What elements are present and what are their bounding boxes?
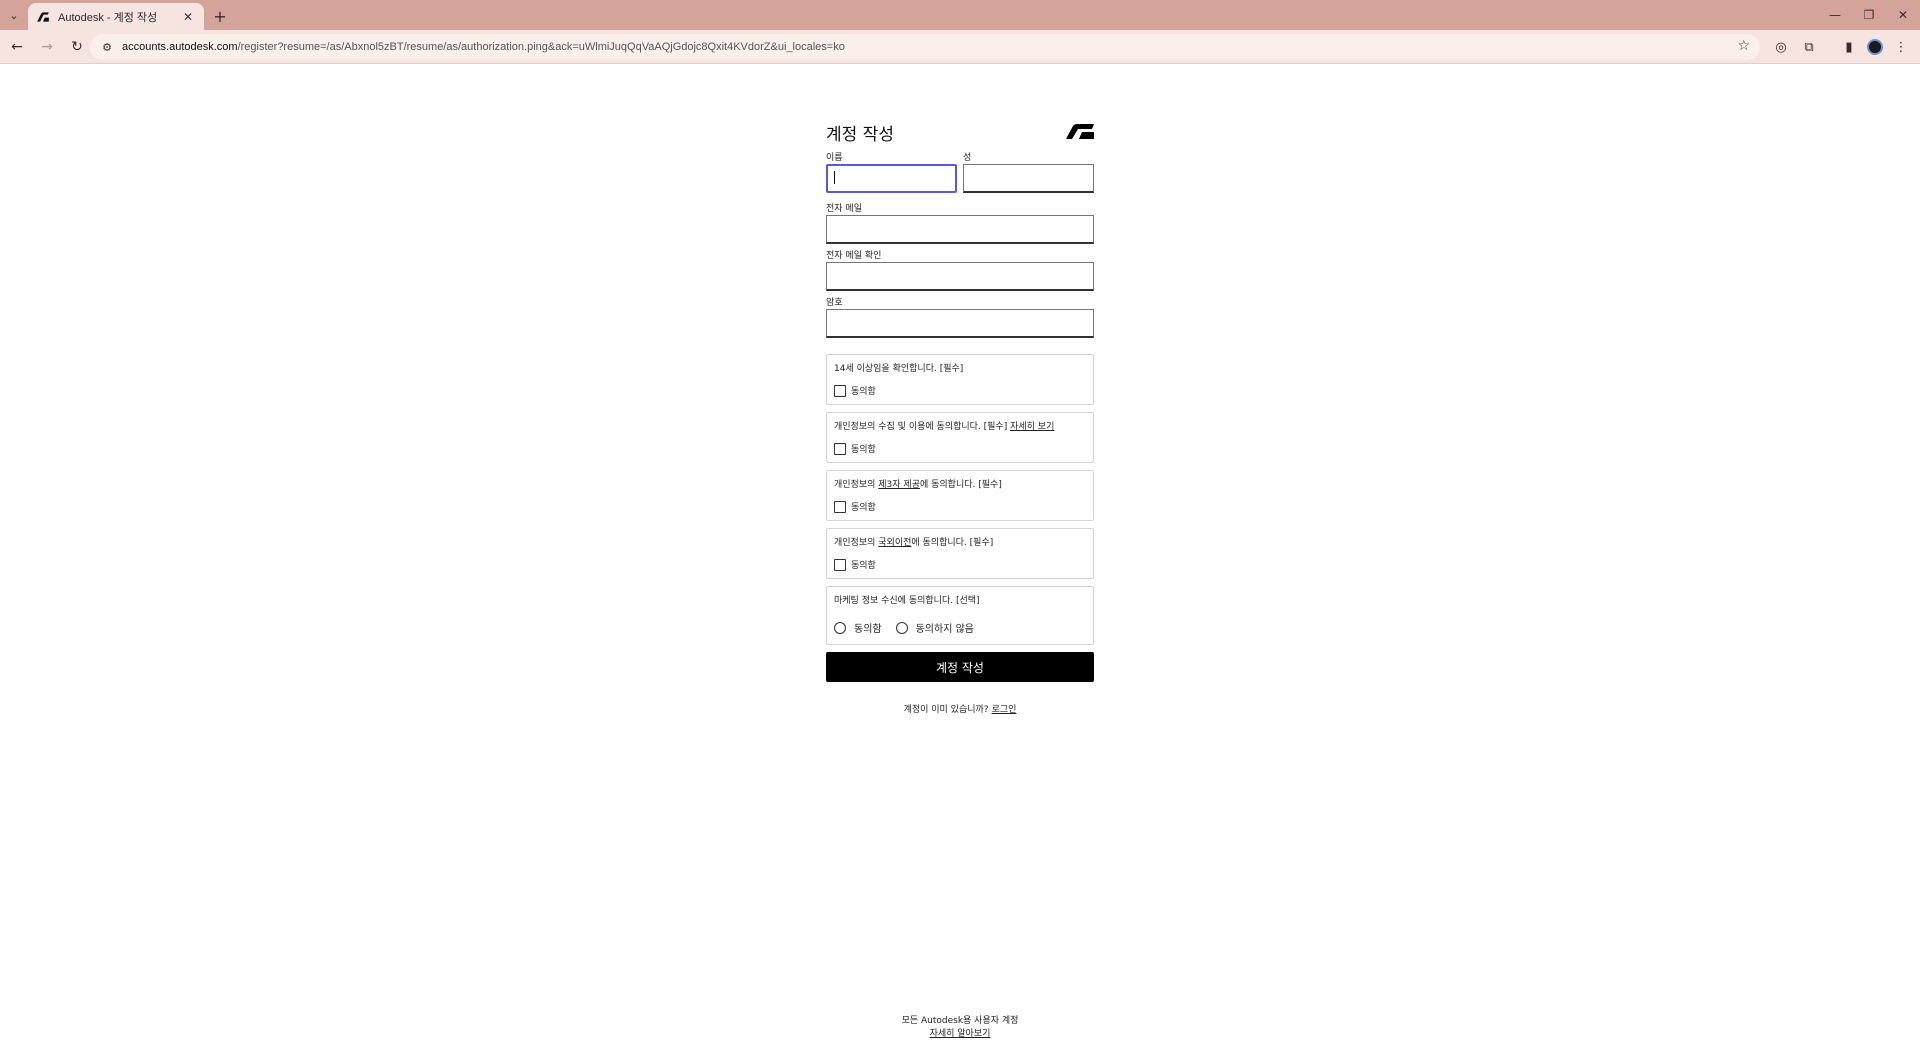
checkbox[interactable] (834, 442, 846, 455)
consent-age-check[interactable]: 동의함 (834, 384, 1086, 397)
check-label: 동의함 (851, 503, 876, 513)
last-name-input[interactable] (963, 164, 1094, 193)
screenshot-icon[interactable]: ◎ (1768, 34, 1794, 60)
details-link[interactable]: 자세히 보기 (1010, 422, 1054, 432)
site-info-icon[interactable]: ⚙ (98, 38, 116, 56)
first-name-input[interactable] (826, 164, 957, 193)
minimize-button[interactable]: — (1818, 0, 1852, 30)
check-label: 동의함 (851, 445, 876, 455)
checkbox[interactable] (834, 384, 846, 397)
consent-text-part: 에 동의합니다. [필수] (919, 480, 1002, 490)
back-button[interactable]: ← (4, 34, 30, 60)
consent-overseas: 개인정보의 국외이전에 동의합니다. [필수] 동의함 (826, 528, 1094, 579)
active-tab[interactable]: Autodesk - 계정 작성 ✕ (28, 3, 204, 30)
consent-text-part: 개인정보의 수집 및 이용에 동의합니다. [필수] (834, 422, 1011, 432)
consent-marketing: 마케팅 정보 수신에 동의합니다. [선택] 동의함 동의하지 않음 (826, 586, 1094, 645)
consent-text-part: 개인정보의 (834, 538, 879, 548)
marketing-disagree-radio[interactable] (895, 621, 908, 634)
browser-toolbar: ← → ↻ ⚙ accounts.autodesk.com/register?r… (0, 30, 1920, 64)
close-window-button[interactable]: ✕ (1886, 0, 1920, 30)
first-name-group: 이름 (826, 146, 957, 197)
name-row: 이름 성 (826, 146, 1094, 197)
consent-collection-check[interactable]: 동의함 (834, 442, 1086, 455)
autodesk-logo-icon (1066, 124, 1094, 139)
new-tab-button[interactable]: + (210, 6, 230, 26)
consent-text: 14세 이상임을 확인합니다. [필수] (834, 364, 964, 374)
consent-list: 14세 이상임을 확인합니다. [필수] 동의함 개인정보의 수집 및 이용에 … (826, 354, 1094, 645)
email-confirm-label: 전자 메일 확인 (826, 251, 882, 261)
restore-button[interactable]: ❐ (1852, 0, 1886, 30)
profile-avatar[interactable] (1862, 34, 1888, 60)
email-confirm-input[interactable] (826, 262, 1094, 291)
tab-close-icon[interactable]: ✕ (180, 9, 196, 25)
create-account-button[interactable]: 계정 작성 (826, 652, 1094, 682)
footer: 모든 Autodesk용 사용자 계정 자세히 알아보기 (0, 1015, 1920, 1041)
learn-more-link[interactable]: 자세히 알아보기 (930, 1029, 991, 1039)
consent-third-party: 개인정보의 제3자 제공에 동의합니다. [필수] 동의함 (826, 470, 1094, 521)
signin-prompt: 계정이 이미 있습니까? (903, 705, 989, 715)
url-path: /register?resume=/as/Abxnol5zBT/resume/a… (237, 41, 845, 53)
reload-button[interactable]: ↻ (64, 34, 90, 60)
third-party-link[interactable]: 제3자 제공 (878, 480, 920, 490)
consent-overseas-check[interactable]: 동의함 (834, 558, 1086, 571)
forward-button[interactable]: → (34, 34, 60, 60)
password-label: 암호 (826, 298, 843, 308)
consent-text: 개인정보의 제3자 제공에 동의합니다. [필수] (834, 479, 1086, 492)
consent-text: 개인정보의 수집 및 이용에 동의합니다. [필수] 자세히 보기 (834, 421, 1086, 434)
consent-age: 14세 이상임을 확인합니다. [필수] 동의함 (826, 354, 1094, 405)
consent-collection: 개인정보의 수집 및 이용에 동의합니다. [필수] 자세히 보기 동의함 (826, 412, 1094, 463)
signin-link[interactable]: 로그인 (992, 705, 1017, 715)
url-text: accounts.autodesk.com/register?resume=/a… (122, 41, 845, 53)
register-form: 계정 작성 이름 성 전자 메일 전자 메일 확인 암호 14세 이상임을 확인… (826, 120, 1094, 715)
autodesk-favicon-icon (37, 11, 49, 22)
marketing-agree-label[interactable]: 동의함 (854, 620, 882, 635)
page-title: 계정 작성 (826, 125, 894, 145)
tab-search-button[interactable]: ⌄ (4, 5, 24, 25)
marketing-radio-group: 동의함 동의하지 않음 (834, 620, 1086, 635)
window-controls: — ❐ ✕ (1818, 0, 1920, 30)
form-header: 계정 작성 (826, 120, 1094, 146)
extensions-icon[interactable]: ⧉ (1796, 34, 1822, 60)
consent-text-part: 개인정보의 (834, 480, 879, 490)
bookmark-star-icon[interactable]: ☆ (1737, 38, 1750, 54)
footer-text: 모든 Autodesk용 사용자 계정 (901, 1016, 1019, 1026)
last-name-group: 성 (963, 146, 1094, 197)
email-input[interactable] (826, 215, 1094, 244)
checkbox[interactable] (834, 500, 846, 513)
page: 계정 작성 이름 성 전자 메일 전자 메일 확인 암호 14세 이상임을 확인… (0, 64, 1920, 1050)
last-name-label: 성 (963, 153, 972, 163)
overseas-transfer-link[interactable]: 국외이전 (878, 538, 911, 548)
side-panel-icon[interactable]: ▮ (1836, 34, 1862, 60)
url-host: accounts.autodesk.com (122, 41, 238, 53)
checkbox[interactable] (834, 558, 846, 571)
consent-text-part: 에 동의합니다. [필수] (911, 538, 994, 548)
first-name-label: 이름 (826, 153, 843, 163)
email-label: 전자 메일 (826, 204, 862, 214)
address-bar[interactable]: ⚙ accounts.autodesk.com/register?resume=… (90, 34, 1760, 60)
menu-kebab-icon[interactable]: ⋮ (1888, 34, 1914, 60)
check-label: 동의함 (851, 387, 876, 397)
text-caret (834, 171, 835, 184)
marketing-disagree-label[interactable]: 동의하지 않음 (916, 620, 974, 635)
tab-strip: ⌄ Autodesk - 계정 작성 ✕ + — ❐ ✕ (0, 0, 1920, 30)
consent-third-party-check[interactable]: 동의함 (834, 500, 1086, 513)
signin-row: 계정이 이미 있습니까? 로그인 (826, 702, 1094, 715)
password-input[interactable] (826, 309, 1094, 338)
check-label: 동의함 (851, 561, 876, 571)
consent-text: 개인정보의 국외이전에 동의합니다. [필수] (834, 537, 1086, 550)
marketing-agree-radio[interactable] (834, 621, 846, 634)
tab-title: Autodesk - 계정 작성 (58, 11, 158, 24)
consent-text: 마케팅 정보 수신에 동의합니다. [선택] (834, 596, 980, 606)
